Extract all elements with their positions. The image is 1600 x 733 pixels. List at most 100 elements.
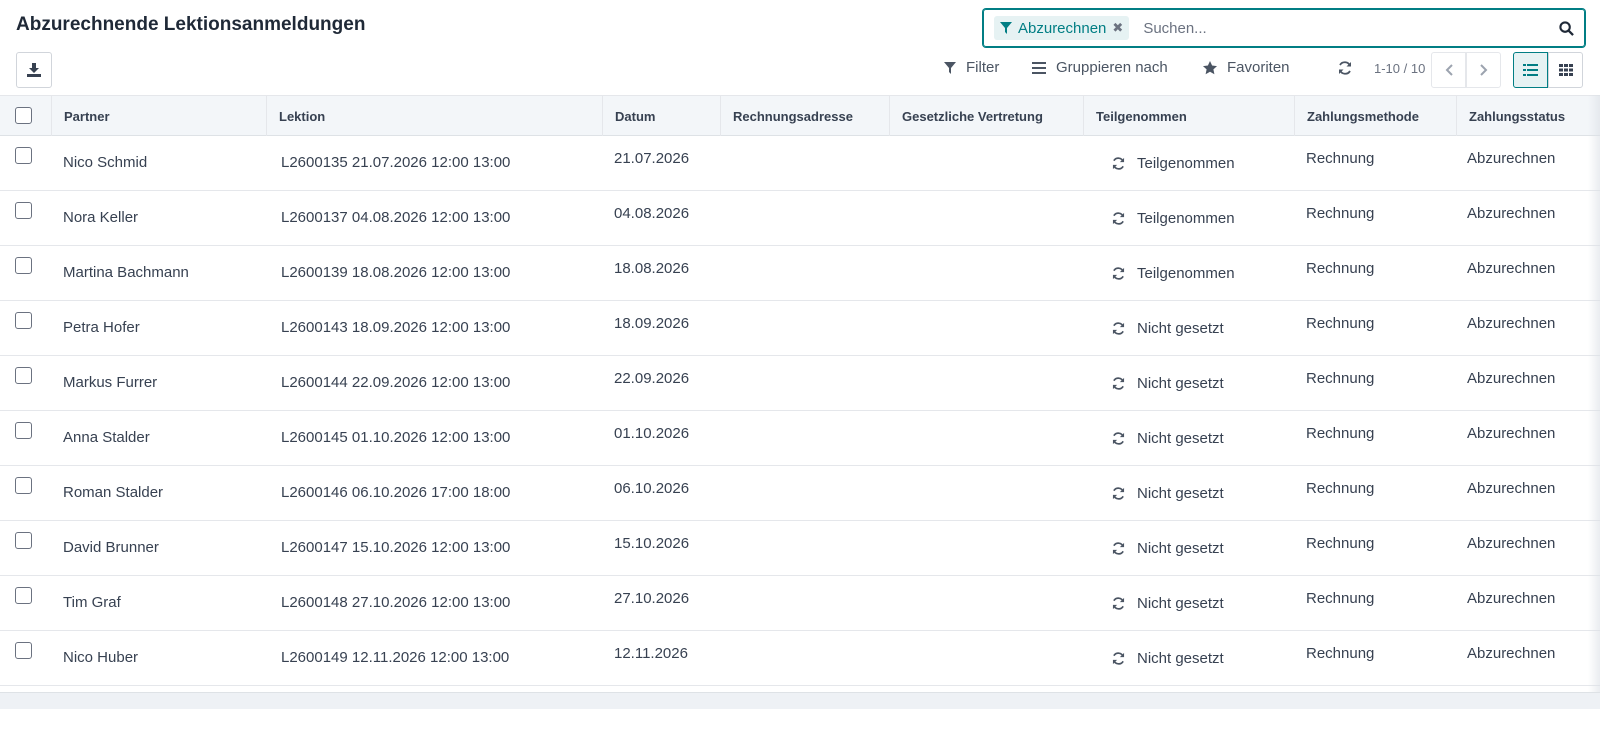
cell-datum: 18.08.2026: [614, 260, 690, 277]
chevron-right-icon: [1479, 64, 1487, 76]
cell-partner[interactable]: Markus Furrer: [63, 374, 157, 391]
cell-zahlungsmethode: Rechnung: [1306, 370, 1375, 387]
cell-lektion[interactable]: L2600147 15.10.2026 12:00 13:00: [281, 539, 510, 556]
cell-zahlungsstatus: Abzurechnen: [1467, 535, 1556, 552]
pager-previous-button[interactable]: [1431, 52, 1466, 88]
search-input[interactable]: [1143, 19, 1548, 37]
cell-partner[interactable]: Roman Stalder: [63, 484, 163, 501]
refresh-button[interactable]: [1338, 61, 1352, 75]
filter-menu-label: Filter: [966, 59, 1000, 76]
cell-partner[interactable]: Tim Graf: [63, 594, 121, 611]
attendance-toggle[interactable]: Nicht gesetzt: [1112, 595, 1224, 612]
attendance-label: Nicht gesetzt: [1137, 650, 1224, 667]
chevron-left-icon: [1445, 64, 1453, 76]
filter-facet[interactable]: Abzurechnen ✖: [994, 16, 1130, 40]
row-checkbox[interactable]: [15, 147, 32, 164]
cell-partner[interactable]: Nico Huber: [63, 649, 138, 666]
cell-zahlungsstatus: Abzurechnen: [1467, 645, 1556, 662]
cell-lektion[interactable]: L2600146 06.10.2026 17:00 18:00: [281, 484, 510, 501]
column-header-datum[interactable]: Datum: [602, 96, 720, 136]
cell-zahlungsstatus: Abzurechnen: [1467, 370, 1556, 387]
row-checkbox[interactable]: [15, 477, 32, 494]
cell-zahlungsstatus: Abzurechnen: [1467, 150, 1556, 167]
cell-lektion[interactable]: L2600148 27.10.2026 12:00 13:00: [281, 594, 510, 611]
cell-partner[interactable]: Martina Bachmann: [63, 264, 189, 281]
cell-partner[interactable]: Anna Stalder: [63, 429, 150, 446]
row-checkbox[interactable]: [15, 532, 32, 549]
attendance-label: Teilgenommen: [1137, 155, 1235, 172]
row-checkbox[interactable]: [15, 202, 32, 219]
table-row[interactable]: Markus Furrer L2600144 22.09.2026 12:00 …: [0, 356, 1600, 411]
row-checkbox[interactable]: [15, 257, 32, 274]
cell-lektion[interactable]: L2600135 21.07.2026 12:00 13:00: [281, 154, 510, 171]
row-checkbox[interactable]: [15, 587, 32, 604]
cell-lektion[interactable]: L2600144 22.09.2026 12:00 13:00: [281, 374, 510, 391]
column-header-lektion[interactable]: Lektion: [266, 96, 602, 136]
attendance-toggle[interactable]: Nicht gesetzt: [1112, 375, 1224, 392]
table-row[interactable]: Petra Hofer L2600143 18.09.2026 12:00 13…: [0, 301, 1600, 356]
table-row[interactable]: Nora Keller L2600137 04.08.2026 12:00 13…: [0, 191, 1600, 246]
table-row[interactable]: Martina Bachmann L2600139 18.08.2026 12:…: [0, 246, 1600, 301]
star-icon: [1203, 60, 1217, 74]
cell-zahlungsmethode: Rechnung: [1306, 150, 1375, 167]
attendance-toggle[interactable]: Teilgenommen: [1112, 265, 1235, 282]
column-header-zahlungsmethode[interactable]: Zahlungsmethode: [1294, 96, 1456, 136]
table-row[interactable]: David Brunner L2600147 15.10.2026 12:00 …: [0, 521, 1600, 576]
attendance-toggle[interactable]: Teilgenommen: [1112, 155, 1235, 172]
list-view-button[interactable]: [1513, 52, 1548, 88]
attendance-toggle[interactable]: Nicht gesetzt: [1112, 485, 1224, 502]
attendance-label: Nicht gesetzt: [1137, 485, 1224, 502]
table-row[interactable]: Roman Stalder L2600146 06.10.2026 17:00 …: [0, 466, 1600, 521]
table-footer: [0, 692, 1600, 709]
kanban-view-button[interactable]: [1548, 52, 1583, 88]
column-header-gesetzliche-vertretung[interactable]: Gesetzliche Vertretung: [889, 96, 1083, 136]
row-checkbox[interactable]: [15, 422, 32, 439]
cell-lektion[interactable]: L2600143 18.09.2026 12:00 13:00: [281, 319, 510, 336]
download-button[interactable]: [16, 52, 52, 88]
table-row[interactable]: Tim Graf L2600148 27.10.2026 12:00 13:00…: [0, 576, 1600, 631]
favorites-button[interactable]: Favoriten: [1203, 59, 1290, 76]
horizontal-scroll-shadow: [1588, 95, 1600, 692]
filter-menu-button[interactable]: Filter: [944, 59, 999, 76]
attendance-toggle[interactable]: Teilgenommen: [1112, 210, 1235, 227]
refresh-icon: [1112, 377, 1125, 390]
attendance-label: Nicht gesetzt: [1137, 320, 1224, 337]
cell-lektion[interactable]: L2600139 18.08.2026 12:00 13:00: [281, 264, 510, 281]
refresh-icon: [1112, 322, 1125, 335]
cell-zahlungsmethode: Rechnung: [1306, 425, 1375, 442]
cell-zahlungsmethode: Rechnung: [1306, 480, 1375, 497]
attendance-toggle[interactable]: Nicht gesetzt: [1112, 430, 1224, 447]
attendance-toggle[interactable]: Nicht gesetzt: [1112, 540, 1224, 557]
cell-partner[interactable]: Nora Keller: [63, 209, 138, 226]
cell-partner[interactable]: Petra Hofer: [63, 319, 140, 336]
cell-lektion[interactable]: L2600149 12.11.2026 12:00 13:00: [281, 649, 509, 666]
cell-partner[interactable]: Nico Schmid: [63, 154, 147, 171]
column-header-teilgenommen[interactable]: Teilgenommen: [1083, 96, 1294, 136]
search-bar[interactable]: Abzurechnen ✖: [983, 9, 1585, 47]
filter-icon: [1000, 22, 1012, 34]
pager-value[interactable]: 1-10 / 10: [1374, 61, 1425, 76]
column-header-partner[interactable]: Partner: [51, 96, 266, 136]
attendance-toggle[interactable]: Nicht gesetzt: [1112, 320, 1224, 337]
cell-zahlungsmethode: Rechnung: [1306, 205, 1375, 222]
search-icon: [1558, 20, 1574, 36]
row-checkbox[interactable]: [15, 312, 32, 329]
table-row[interactable]: Nico Schmid L2600135 21.07.2026 12:00 13…: [0, 136, 1600, 191]
select-all-checkbox[interactable]: [15, 107, 32, 124]
cell-lektion[interactable]: L2600137 04.08.2026 12:00 13:00: [281, 209, 510, 226]
column-header-rechnungsadresse[interactable]: Rechnungsadresse: [720, 96, 889, 136]
cell-datum: 27.10.2026: [614, 590, 690, 607]
cell-partner[interactable]: David Brunner: [63, 539, 159, 556]
column-header-zahlungsstatus[interactable]: Zahlungsstatus: [1456, 96, 1600, 136]
table-row[interactable]: Nico Huber L2600149 12.11.2026 12:00 13:…: [0, 631, 1600, 686]
refresh-icon: [1112, 212, 1125, 225]
search-button[interactable]: [1548, 10, 1584, 46]
row-checkbox[interactable]: [15, 367, 32, 384]
group-by-button[interactable]: Gruppieren nach: [1032, 59, 1168, 76]
table-row[interactable]: Anna Stalder L2600145 01.10.2026 12:00 1…: [0, 411, 1600, 466]
attendance-toggle[interactable]: Nicht gesetzt: [1112, 650, 1224, 667]
remove-facet-icon[interactable]: ✖: [1112, 20, 1123, 36]
cell-lektion[interactable]: L2600145 01.10.2026 12:00 13:00: [281, 429, 510, 446]
pager-next-button[interactable]: [1466, 52, 1501, 88]
row-checkbox[interactable]: [15, 642, 32, 659]
